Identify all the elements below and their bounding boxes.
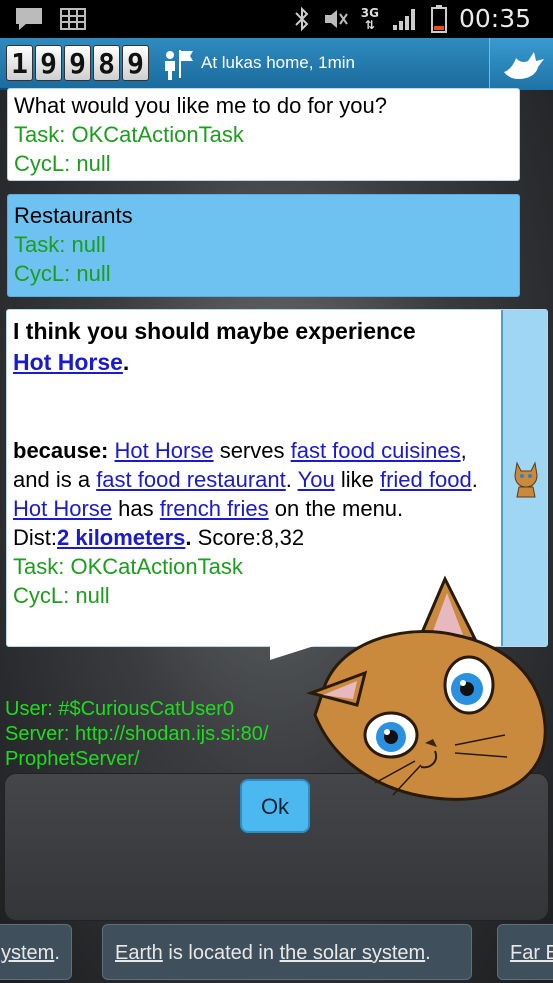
signal-icon [392,8,415,30]
grid-icon [60,8,86,30]
distance-score: Dist:2 kilometers. Score:8,32 [13,525,305,550]
place-link[interactable]: Hot Horse [115,438,214,463]
message-cycl: CycL: null [14,261,111,286]
user-info: User: #$CuriousCatUser0 Server: http://s… [5,697,268,772]
suggestion-headline: I think you should maybe experience Hot … [13,318,416,375]
points-counter: 1 9 9 8 9 [6,45,149,81]
message-text: What would you like me to do for you? [14,93,387,118]
message-icon [16,8,42,30]
message-text: Restaurants [14,203,133,228]
ticker-item-right[interactable]: Far E [497,924,553,980]
bluetooth-icon [295,6,309,31]
user-message: Restaurants Task: null CycL: null [7,194,520,297]
ok-button[interactable]: Ok [240,779,310,833]
assistant-message: What would you like me to do for you? Ta… [7,88,520,181]
place-link[interactable]: Hot Horse [13,349,123,375]
ticker-item-center[interactable]: Earth is located in the solar system. [102,924,472,980]
message-task: Task: null [14,232,106,257]
cat-mascot-icon[interactable] [305,575,553,805]
ticker-item-left[interactable]: ystem. [0,924,72,980]
people-icon[interactable] [160,46,196,82]
server-url-cont: ProphetServer/ [5,748,140,770]
location-status[interactable]: At lukas home, 1min [201,53,355,73]
suggestion-reason: because: Hot Horse serves fast food cuis… [13,438,478,521]
user-id: User: #$CuriousCatUser0 [5,698,234,720]
counter-digit: 8 [93,45,120,81]
cuisine-link[interactable]: fast food cuisines [291,438,461,463]
server-url: Server: http://shodan.ijs.si:80/ [5,723,269,745]
counter-digit: 9 [64,45,91,81]
counter-digit: 1 [6,45,33,81]
restaurant-type-link[interactable]: fast food restaurant [96,467,286,492]
counter-digit: 9 [35,45,62,81]
message-cycl: CycL: null [14,151,111,176]
share-button[interactable] [489,38,553,90]
distance-link[interactable]: 2 kilometers [57,525,185,550]
share-bird-icon [504,52,544,79]
place-link[interactable]: Hot Horse [13,496,112,521]
counter-digit: 9 [122,45,149,81]
clock: 00:35 [458,4,531,33]
cat-avatar-icon [514,461,538,498]
status-bar: 3G ⇅ 00:35 [0,0,553,38]
fried-food-link[interactable]: fried food [380,467,472,492]
battery-icon [430,4,447,33]
fact-ticker: ystem. Earth is located in the solar sys… [0,922,553,983]
you-link[interactable]: You [298,467,335,492]
french-fries-link[interactable]: french fries [160,496,269,521]
network-type: 3G ⇅ [360,5,379,32]
message-task: Task: OKCatActionTask [14,122,244,147]
app-header: 1 9 9 8 9 At lukas home, 1min [0,38,553,90]
mute-icon [324,9,348,28]
